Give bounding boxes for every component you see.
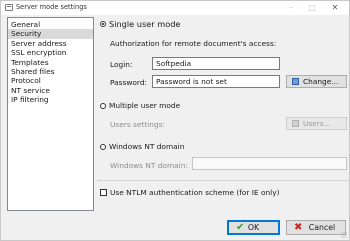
password-field[interactable]: Password is not set bbox=[152, 75, 280, 88]
settings-window: Server mode settings – □ ✕ General Secur… bbox=[0, 0, 350, 241]
maximize-button[interactable]: □ bbox=[304, 1, 320, 15]
title-bar: Server mode settings – □ ✕ bbox=[1, 1, 349, 15]
single-user-radio[interactable] bbox=[100, 21, 106, 27]
resize-grip-icon[interactable] bbox=[341, 232, 347, 238]
security-panel: Single user mode Authorization for remot… bbox=[97, 17, 349, 212]
password-label: Password: bbox=[110, 78, 148, 87]
sidebar-item-ssl-encryption[interactable]: SSL encryption bbox=[8, 48, 93, 57]
auth-caption: Authorization for remote document's acce… bbox=[110, 39, 277, 48]
multiple-user-radio[interactable] bbox=[100, 103, 106, 109]
nt-domain-field-label: Windows NT domain: bbox=[110, 161, 188, 170]
nt-domain-label[interactable]: Windows NT domain bbox=[109, 142, 184, 151]
change-password-button-label: Change... bbox=[303, 77, 339, 86]
users-icon bbox=[292, 120, 299, 127]
login-label: Login: bbox=[110, 60, 133, 69]
single-user-label[interactable]: Single user mode bbox=[109, 19, 180, 29]
ok-button[interactable]: ✔ OK bbox=[227, 220, 280, 235]
minimize-button[interactable]: – bbox=[283, 1, 299, 15]
sidebar-item-ip-filtering[interactable]: IP filtering bbox=[8, 95, 93, 104]
sidebar-item-protocol[interactable]: Protocol bbox=[8, 76, 93, 85]
ok-button-label: OK bbox=[247, 223, 260, 232]
ntlm-label[interactable]: Use NTLM authentication scheme (for IE o… bbox=[110, 188, 279, 197]
window-title: Server mode settings bbox=[16, 3, 87, 11]
nt-domain-field[interactable] bbox=[192, 157, 347, 170]
settings-category-list[interactable]: General Security Server address SSL encr… bbox=[7, 17, 94, 211]
users-settings-label: Users settings: bbox=[110, 120, 166, 129]
change-password-button[interactable]: Change... bbox=[286, 75, 347, 88]
login-field[interactable]: Softpedia bbox=[152, 57, 280, 70]
separator bbox=[97, 180, 349, 181]
sidebar-item-shared-files[interactable]: Shared files bbox=[8, 67, 93, 76]
multiple-user-label[interactable]: Multiple user mode bbox=[109, 101, 180, 110]
key-icon bbox=[292, 78, 299, 85]
sidebar-item-nt-service[interactable]: NT service bbox=[8, 86, 93, 95]
sidebar-item-templates[interactable]: Templates bbox=[8, 58, 93, 67]
users-button-label: Users... bbox=[303, 119, 331, 128]
cancel-button[interactable]: ✖ Cancel bbox=[286, 220, 346, 235]
nt-domain-radio[interactable] bbox=[100, 144, 106, 150]
sidebar-item-general[interactable]: General bbox=[8, 20, 93, 29]
cancel-button-label: Cancel bbox=[308, 223, 336, 232]
sidebar-item-security[interactable]: Security bbox=[8, 29, 93, 39]
ntlm-checkbox[interactable] bbox=[100, 189, 107, 196]
sidebar-item-server-address[interactable]: Server address bbox=[8, 39, 93, 48]
app-window-icon bbox=[5, 4, 13, 11]
close-button[interactable]: ✕ bbox=[327, 1, 343, 15]
users-button[interactable]: Users... bbox=[286, 117, 347, 130]
